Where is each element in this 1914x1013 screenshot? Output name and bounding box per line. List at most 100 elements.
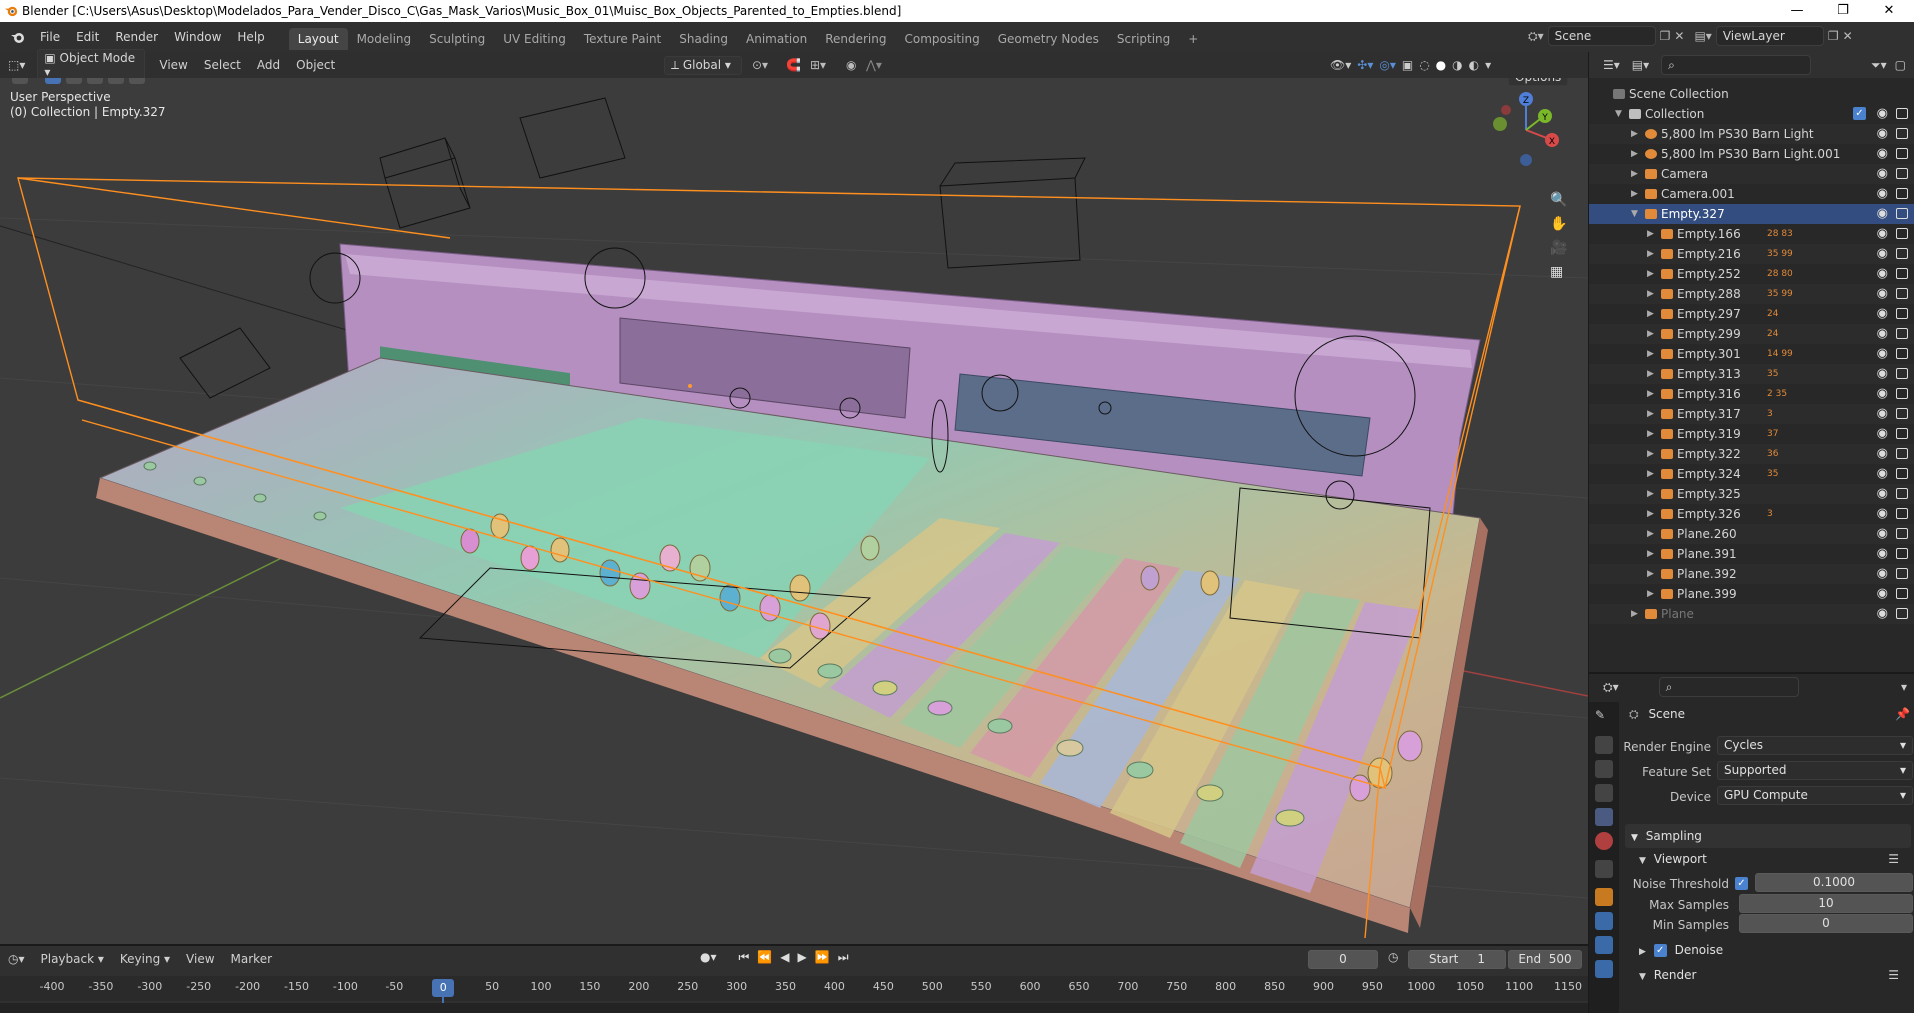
playhead[interactable]: 0 bbox=[432, 979, 455, 997]
eye-icon[interactable]: ◉ bbox=[1877, 327, 1888, 341]
timeline-scrollbar[interactable] bbox=[0, 1003, 1588, 1013]
outliner-search-input[interactable]: ⌕ bbox=[1661, 55, 1812, 75]
scene-tab-icon[interactable] bbox=[1595, 808, 1613, 826]
chevron-right-icon[interactable]: ▶ bbox=[1647, 284, 1654, 304]
chevron-right-icon[interactable]: ▶ bbox=[1631, 164, 1638, 184]
falloff-icon[interactable]: ⋀▾ bbox=[866, 58, 882, 72]
outliner-row[interactable]: ▼ Empty.327 ◉ bbox=[1589, 204, 1914, 224]
render-subpanel-header[interactable]: ▼ Render ☰ bbox=[1633, 964, 1911, 986]
render-camera-icon[interactable] bbox=[1896, 268, 1908, 279]
render-camera-icon[interactable] bbox=[1896, 288, 1908, 299]
render-engine-dropdown[interactable]: Cycles ▾ bbox=[1717, 736, 1913, 755]
eye-icon[interactable]: ◉ bbox=[1877, 207, 1888, 221]
select-tool-icon[interactable] bbox=[12, 78, 28, 84]
tab-sculpting[interactable]: Sculpting bbox=[420, 28, 494, 50]
jump-keyframe-back-icon[interactable]: ⏪ bbox=[757, 950, 772, 965]
max-samples-value[interactable]: 10 bbox=[1739, 894, 1913, 913]
chevron-right-icon[interactable]: ▶ bbox=[1647, 444, 1654, 464]
render-camera-icon[interactable] bbox=[1896, 148, 1908, 159]
timeline-view-menu[interactable]: View bbox=[178, 952, 222, 966]
pivot-icon[interactable]: ⊙▾ bbox=[752, 58, 768, 72]
add-workspace-button[interactable]: + bbox=[1179, 28, 1207, 50]
outliner-editor-icon[interactable]: ☰▾ bbox=[1603, 58, 1620, 72]
render-camera-icon[interactable] bbox=[1896, 228, 1908, 239]
outliner-row[interactable]: ▶ Empty.324 35 ◉ bbox=[1589, 464, 1914, 484]
select-menu[interactable]: Select bbox=[196, 58, 249, 72]
scene-field[interactable]: Scene bbox=[1547, 26, 1656, 46]
render-camera-icon[interactable] bbox=[1896, 368, 1908, 379]
select-subtract-icon[interactable] bbox=[87, 78, 103, 84]
camera-view-icon[interactable]: 🎥 bbox=[1550, 240, 1567, 256]
eye-icon[interactable]: ◉ bbox=[1877, 147, 1888, 161]
chevron-right-icon[interactable]: ▶ bbox=[1647, 484, 1654, 504]
tab-shading[interactable]: Shading bbox=[670, 28, 737, 50]
record-icon[interactable]: ●▾ bbox=[700, 950, 717, 965]
marker-menu[interactable]: Marker bbox=[223, 952, 280, 966]
outliner-row[interactable]: ▶ Plane.399 ◉ bbox=[1589, 584, 1914, 604]
physics-tab-icon[interactable] bbox=[1595, 912, 1613, 930]
chevron-right-icon[interactable]: ▶ bbox=[1647, 244, 1654, 264]
chevron-down-icon[interactable]: ▼ bbox=[1631, 204, 1638, 224]
eye-icon[interactable]: ◉ bbox=[1877, 127, 1888, 141]
tab-texture-paint[interactable]: Texture Paint bbox=[575, 28, 670, 50]
playback-menu[interactable]: Playback ▾ bbox=[33, 952, 112, 966]
eye-icon[interactable]: ◉ bbox=[1877, 307, 1888, 321]
chevron-right-icon[interactable]: ▶ bbox=[1647, 544, 1654, 564]
solid-shading-icon[interactable]: ● bbox=[1436, 58, 1446, 72]
chevron-right-icon[interactable]: ▶ bbox=[1647, 504, 1654, 524]
navigation-gizmo[interactable]: Z X Y bbox=[1486, 90, 1566, 170]
menu-help[interactable]: Help bbox=[229, 22, 272, 52]
display-mode-icon[interactable]: ▤▾ bbox=[1632, 58, 1649, 72]
eye-icon[interactable]: ◉ bbox=[1877, 487, 1888, 501]
collection-exclude-checkbox[interactable]: ✓ bbox=[1853, 107, 1866, 120]
menu-edit[interactable]: Edit bbox=[68, 22, 107, 52]
new-collection-icon[interactable]: ▢ bbox=[1895, 58, 1906, 72]
render-camera-icon[interactable] bbox=[1896, 328, 1908, 339]
menu-render[interactable]: Render bbox=[107, 22, 166, 52]
select-extend-icon[interactable] bbox=[66, 78, 82, 84]
minimize-button[interactable]: — bbox=[1774, 0, 1820, 22]
end-frame-field[interactable]: End 500 bbox=[1508, 950, 1582, 969]
keying-menu[interactable]: Keying ▾ bbox=[112, 952, 178, 966]
outliner-row[interactable]: ▶ Empty.313 35 ◉ bbox=[1589, 364, 1914, 384]
render-camera-icon[interactable] bbox=[1896, 168, 1908, 179]
chevron-right-icon[interactable]: ▶ bbox=[1647, 304, 1654, 324]
shading-options-icon[interactable]: ▾ bbox=[1485, 58, 1491, 72]
tab-layout[interactable]: Layout bbox=[288, 28, 348, 50]
select-intersect-icon[interactable] bbox=[129, 78, 145, 84]
render-camera-icon[interactable] bbox=[1896, 408, 1908, 419]
render-camera-icon[interactable] bbox=[1896, 128, 1908, 139]
chevron-right-icon[interactable]: ▶ bbox=[1647, 464, 1654, 484]
jump-start-icon[interactable]: ⏮ bbox=[739, 950, 750, 965]
options-button[interactable]: Options bbox=[1508, 78, 1569, 86]
eye-icon[interactable]: ◉ bbox=[1877, 527, 1888, 541]
world-tab-icon[interactable] bbox=[1595, 832, 1613, 850]
play-icon[interactable]: ▶ bbox=[798, 950, 807, 965]
visibility-icon[interactable]: 👁▾ bbox=[1330, 58, 1351, 72]
outliner-row[interactable]: ▶ Empty.322 36 ◉ bbox=[1589, 444, 1914, 464]
eye-icon[interactable]: ◉ bbox=[1877, 347, 1888, 361]
pan-hand-icon[interactable]: ✋ bbox=[1550, 216, 1567, 232]
play-reverse-icon[interactable]: ◀ bbox=[780, 950, 789, 965]
eye-icon[interactable]: ◉ bbox=[1877, 467, 1888, 481]
pin-icon[interactable]: 📌 bbox=[1895, 707, 1910, 721]
chevron-right-icon[interactable]: ▶ bbox=[1647, 364, 1654, 384]
properties-search-input[interactable]: ⌕ bbox=[1658, 677, 1799, 697]
xray-icon[interactable]: ▣ bbox=[1402, 58, 1413, 72]
proportional-edit-icon[interactable]: ◉ bbox=[846, 58, 856, 72]
render-camera-icon[interactable] bbox=[1896, 488, 1908, 499]
tab-animation[interactable]: Animation bbox=[737, 28, 816, 50]
tab-modeling[interactable]: Modeling bbox=[348, 28, 421, 50]
tab-geometry-nodes[interactable]: Geometry Nodes bbox=[989, 28, 1108, 50]
chevron-right-icon[interactable]: ▶ bbox=[1647, 584, 1654, 604]
material-shading-icon[interactable]: ◑ bbox=[1452, 58, 1462, 72]
new-scene-icon[interactable]: ❐ bbox=[1660, 29, 1671, 43]
eye-icon[interactable]: ◉ bbox=[1877, 107, 1888, 121]
clock-icon[interactable]: ◷ bbox=[1388, 950, 1398, 964]
outliner-row[interactable]: ▶ 5,800 lm PS30 Barn Light ◉ bbox=[1589, 124, 1914, 144]
noise-threshold-checkbox[interactable]: ✓ bbox=[1735, 877, 1748, 890]
chevron-right-icon[interactable]: ▶ bbox=[1647, 424, 1654, 444]
eye-icon[interactable]: ◉ bbox=[1877, 387, 1888, 401]
properties-options-icon[interactable]: ▾ bbox=[1901, 680, 1907, 694]
render-camera-icon[interactable] bbox=[1896, 548, 1908, 559]
